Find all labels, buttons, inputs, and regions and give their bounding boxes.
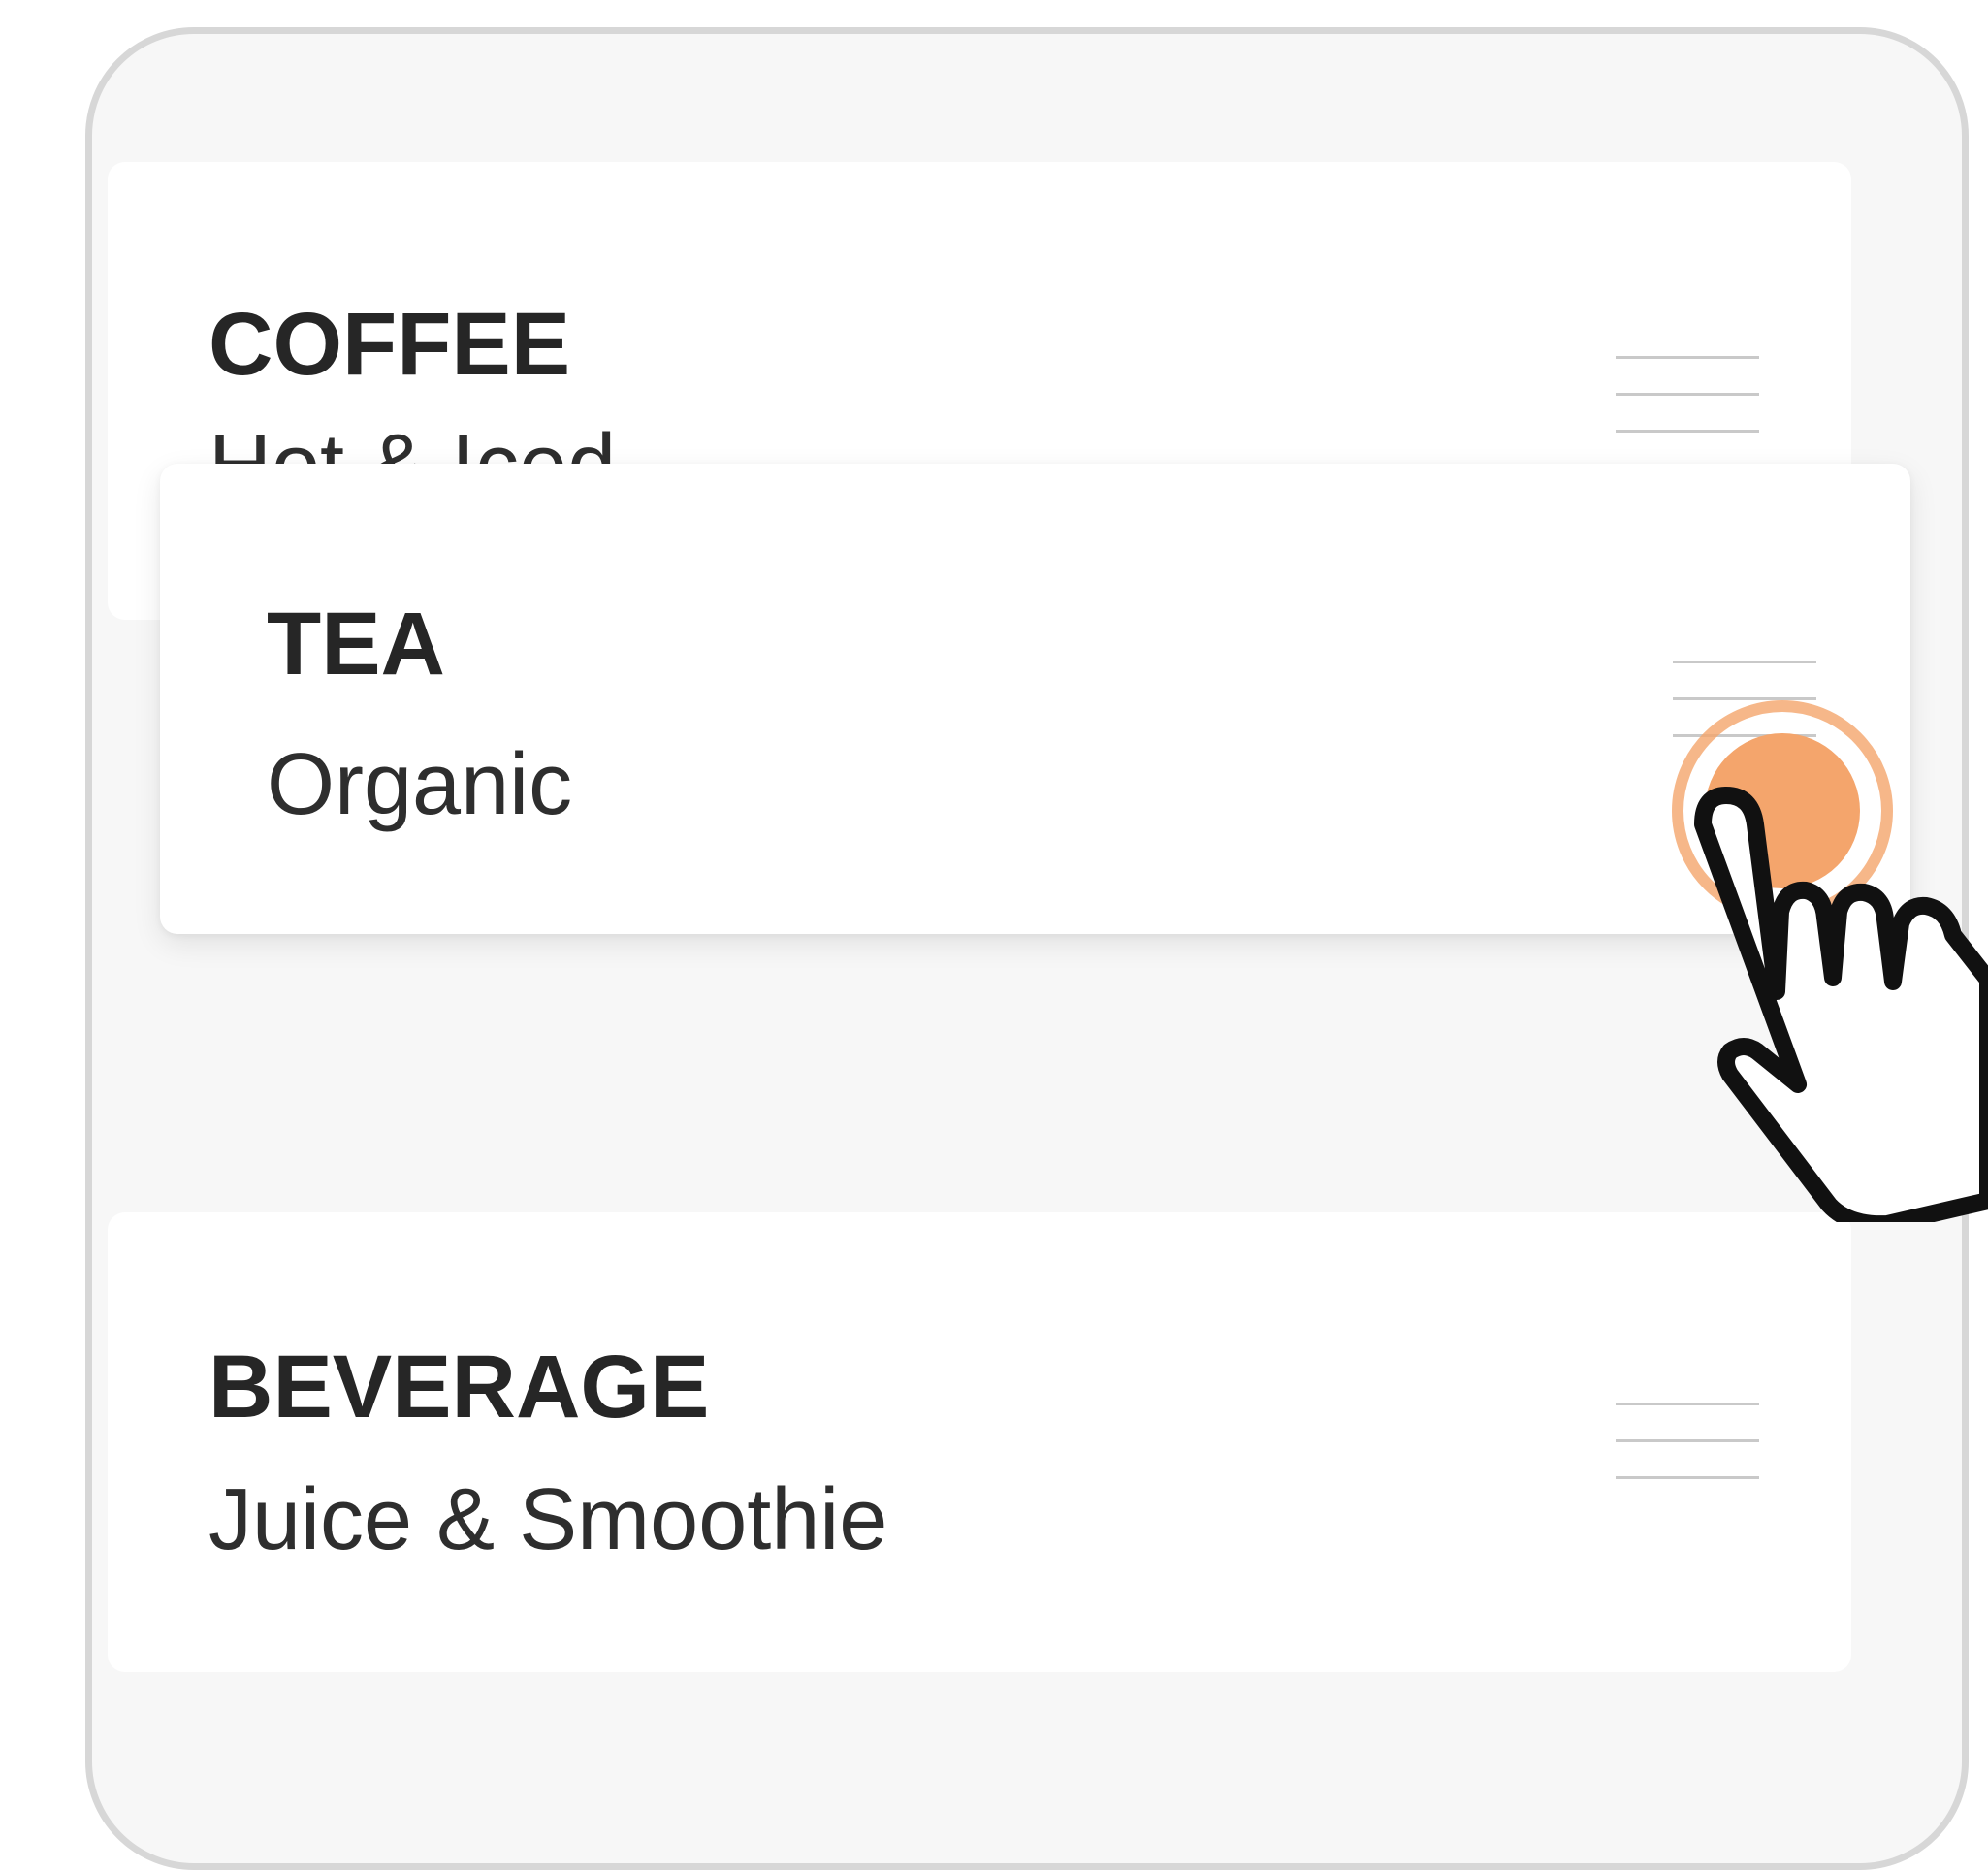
item-title: COFFEE bbox=[208, 295, 571, 394]
drag-handle-icon[interactable] bbox=[1616, 1402, 1759, 1480]
list-item-tea-dragging[interactable]: TEA Organic bbox=[160, 464, 1910, 934]
drag-handle-icon[interactable] bbox=[1616, 356, 1759, 434]
list-item-beverage[interactable]: BEVERAGE Juice & Smoothie bbox=[108, 1212, 1851, 1672]
item-title: TEA bbox=[267, 595, 445, 693]
item-title: BEVERAGE bbox=[208, 1338, 710, 1436]
hand-pointer-icon bbox=[1694, 787, 1988, 1222]
item-subtitle: Organic bbox=[267, 736, 573, 833]
item-subtitle: Juice & Smoothie bbox=[208, 1471, 888, 1568]
